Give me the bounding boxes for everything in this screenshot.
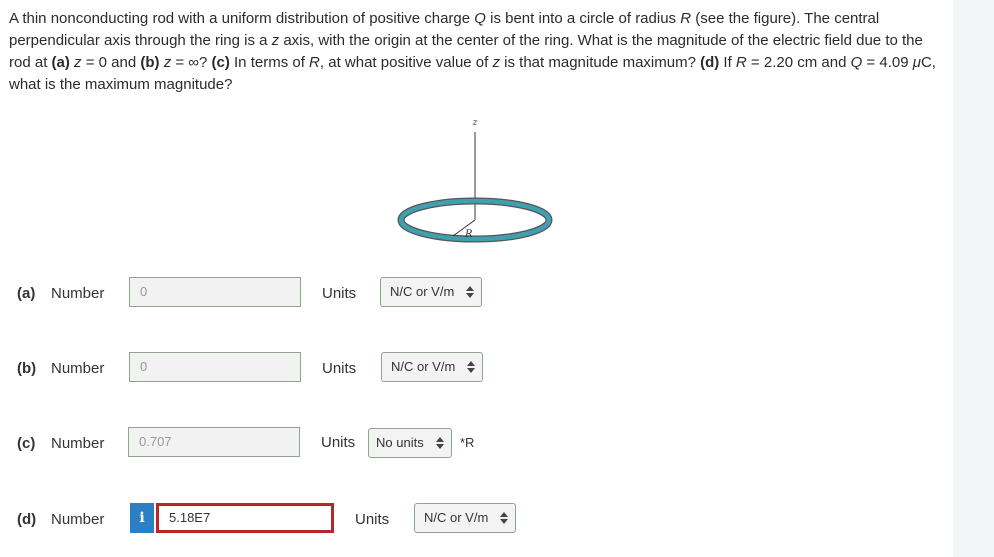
part-a-unit-value: N/C or V/m [390,284,455,299]
part-c-unit-select[interactable]: No units [368,428,452,458]
select-arrows-icon [466,286,474,298]
part-c-units-label: Units [321,434,356,451]
part-b-units-label: Units [322,360,357,377]
select-arrows-icon [467,361,475,373]
part-b-unit-select[interactable]: N/C or V/m [381,352,483,382]
part-c-suffix: *R [460,435,475,450]
part-d-unit-select[interactable]: N/C or V/m [414,503,516,533]
part-c-number-label: Number [51,435,105,452]
part-d-number-label: Number [51,511,105,528]
radius-label: R [464,229,473,240]
question-text: A thin nonconducting rod with a uniform … [9,10,936,93]
part-b-unit-value: N/C or V/m [391,359,456,374]
part-a-units-label: Units [322,285,357,302]
z-axis-label: z [472,118,478,128]
part-a-input[interactable]: 0 [129,277,301,307]
part-c-unit-value: No units [376,435,424,450]
right-scroll-strip [953,0,994,557]
part-a-unit-select[interactable]: N/C or V/m [380,277,482,307]
part-b-label: (b) [17,360,37,377]
part-d-units-label: Units [355,511,390,528]
part-d-input[interactable]: 5.18E7 [156,503,334,533]
ring-figure: z R [397,118,553,243]
part-a-label: (a) [17,285,36,302]
part-d-unit-value: N/C or V/m [424,510,489,525]
part-b-input[interactable]: 0 [129,352,301,382]
part-c-label: (c) [17,435,36,452]
part-d-label: (d) [17,511,37,528]
info-icon[interactable]: i [130,503,154,533]
part-b-number-label: Number [51,360,105,377]
select-arrows-icon [500,512,508,524]
part-c-input[interactable]: 0.707 [128,427,300,457]
select-arrows-icon [436,437,444,449]
part-a-number-label: Number [51,285,105,302]
